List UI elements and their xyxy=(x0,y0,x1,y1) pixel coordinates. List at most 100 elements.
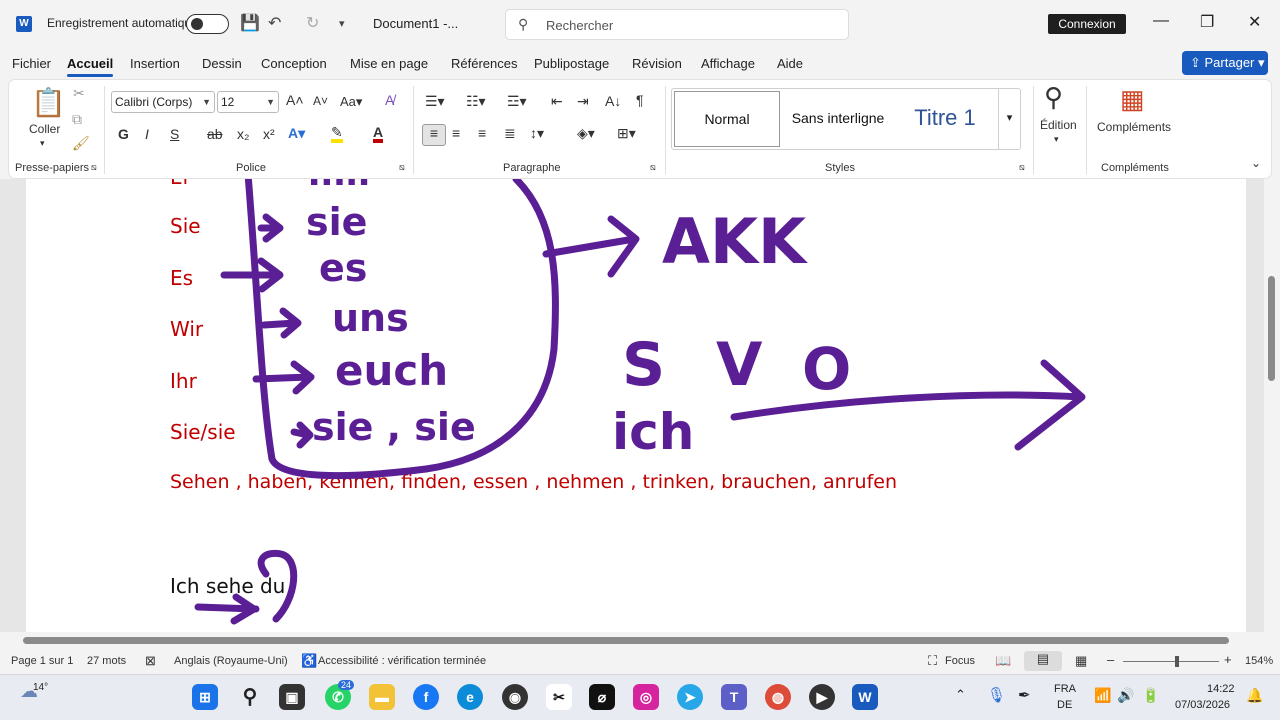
volume-icon[interactable]: 🔊 xyxy=(1117,687,1134,704)
collapse-ribbon-icon[interactable]: ⌄ xyxy=(1251,156,1261,170)
align-left-button[interactable]: ≡ xyxy=(422,124,446,146)
superscript-icon[interactable]: x² xyxy=(263,126,275,142)
horizontal-scrollbar[interactable] xyxy=(0,632,1264,648)
vertical-scrollbar[interactable] xyxy=(1264,179,1280,632)
justify-icon[interactable]: ≣ xyxy=(504,125,516,142)
align-right-icon[interactable]: ≡ xyxy=(478,125,486,141)
find-icon[interactable]: ⚲ xyxy=(1044,82,1063,113)
addins-icon[interactable]: ▦ xyxy=(1120,84,1145,115)
zoom-slider[interactable] xyxy=(1123,661,1219,662)
task-view-icon[interactable]: ▣ xyxy=(279,684,305,710)
decrease-indent-icon[interactable]: ⇤ xyxy=(551,93,563,110)
highlight-icon[interactable]: ✎ xyxy=(331,125,343,143)
sort-icon[interactable]: A↓ xyxy=(605,93,621,109)
font-color-icon[interactable]: A xyxy=(373,125,384,143)
subscript-icon[interactable]: x₂ xyxy=(237,126,249,142)
tab-fichier[interactable]: Fichier xyxy=(12,56,51,71)
search-box[interactable]: ⚲ Rechercher xyxy=(505,9,849,40)
style-no-spacing[interactable]: Sans interligne xyxy=(784,89,892,149)
numbering-icon[interactable]: ☷▾ xyxy=(466,93,486,110)
instagram-icon[interactable]: ◎ xyxy=(633,684,659,710)
text-effects-icon[interactable]: A▾ xyxy=(288,125,305,142)
customize-qat-icon[interactable]: ▾ xyxy=(339,17,345,30)
notifications-icon[interactable]: 🔔 xyxy=(1246,687,1263,704)
language-label[interactable]: Anglais (Royaume-Uni) xyxy=(174,655,288,667)
clear-formatting-icon[interactable]: A̸ xyxy=(385,92,394,108)
signin-button[interactable]: Connexion xyxy=(1048,14,1126,34)
tab-aide[interactable]: Aide xyxy=(777,56,803,71)
wifi-icon[interactable]: 📶 xyxy=(1094,687,1111,704)
tab-affichage[interactable]: Affichage xyxy=(701,56,755,71)
chrome-icon[interactable]: ◍ xyxy=(765,684,791,710)
media-player-icon[interactable]: ▶ xyxy=(809,684,835,710)
weather-temp[interactable]: 14° xyxy=(33,682,48,693)
app-icon[interactable]: ⌀ xyxy=(589,684,615,710)
start-icon[interactable]: ⊞ xyxy=(192,684,218,710)
paste-icon[interactable]: 📋 xyxy=(31,86,66,119)
undo-icon[interactable]: ↶ xyxy=(268,13,281,33)
tab-accueil[interactable]: Accueil xyxy=(67,56,114,77)
multilevel-list-icon[interactable]: ☲▾ xyxy=(507,93,527,110)
editing-dropdown-icon[interactable]: ▾ xyxy=(1054,134,1059,145)
facebook-icon[interactable]: f xyxy=(413,684,439,710)
document-title[interactable]: Document1 -... xyxy=(373,16,458,31)
tab-insertion[interactable]: Insertion xyxy=(130,56,180,71)
show-hidden-icons-icon[interactable]: ⌃ xyxy=(955,687,966,703)
editing-label[interactable]: Édition xyxy=(1040,118,1077,132)
focus-icon[interactable]: ⛶ xyxy=(928,653,937,669)
paragraph-launcher-icon[interactable]: ⧅ xyxy=(650,162,656,173)
web-layout-icon[interactable]: ▦ xyxy=(1075,653,1087,669)
restore-icon[interactable]: ❐ xyxy=(1200,12,1214,32)
zoom-level[interactable]: 154% xyxy=(1245,655,1273,667)
tab-dessin[interactable]: Dessin xyxy=(202,56,242,71)
autosave-toggle[interactable] xyxy=(186,14,229,34)
file-explorer-icon[interactable]: ▬ xyxy=(369,684,395,710)
accessibility-status[interactable]: Accessibilité : vérification terminée xyxy=(318,655,486,667)
copy-icon[interactable]: ⧉ xyxy=(72,111,82,128)
tab-publipostage[interactable]: Publipostage xyxy=(534,56,609,71)
input-language-top[interactable]: FRA xyxy=(1054,683,1076,695)
bold-button[interactable]: G xyxy=(118,126,129,142)
styles-launcher-icon[interactable]: ⧅ xyxy=(1019,162,1025,173)
document-page[interactable]: Er Sie Es Wir Ihr Sie/sie Sehen , haben,… xyxy=(26,179,1246,632)
obs-icon[interactable]: ◉ xyxy=(502,684,528,710)
capcut-icon[interactable]: ✂ xyxy=(546,684,572,710)
edge-icon[interactable]: e xyxy=(457,684,483,710)
print-layout-icon[interactable]: ▤ xyxy=(1024,651,1062,671)
strikethrough-icon[interactable]: ab xyxy=(207,126,223,142)
format-painter-icon[interactable]: 🖌 xyxy=(72,135,90,152)
font-launcher-icon[interactable]: ⧅ xyxy=(399,162,405,173)
addins-label[interactable]: Compléments xyxy=(1097,120,1171,134)
font-size-select[interactable]: 12 ▼ xyxy=(217,91,279,113)
clipboard-launcher-icon[interactable]: ⧅ xyxy=(91,162,97,173)
input-language-bottom[interactable]: DE xyxy=(1057,699,1072,711)
horizontal-scroll-thumb[interactable] xyxy=(23,637,1229,644)
shading-icon[interactable]: ◈▾ xyxy=(577,125,595,142)
pen-icon[interactable]: ✒ xyxy=(1018,686,1031,704)
show-marks-icon[interactable]: ¶ xyxy=(636,92,644,108)
teams-icon[interactable]: T xyxy=(721,684,747,710)
zoom-in-icon[interactable]: + xyxy=(1224,652,1232,667)
share-button[interactable]: ⇪ Partager ▾ xyxy=(1182,51,1268,75)
tab-revision[interactable]: Révision xyxy=(632,56,682,71)
italic-button[interactable]: I xyxy=(145,126,149,142)
style-normal[interactable]: Normal xyxy=(674,91,780,147)
accessibility-icon[interactable]: ♿ xyxy=(301,653,317,669)
bullets-icon[interactable]: ☰▾ xyxy=(425,93,445,110)
tab-mise-en-page[interactable]: Mise en page xyxy=(350,56,428,71)
redo-icon[interactable]: ↻ xyxy=(306,13,319,33)
search-taskbar-icon[interactable]: ⚲ xyxy=(237,684,263,710)
style-heading-1[interactable]: Titre 1 xyxy=(898,89,992,149)
microphone-icon[interactable]: 🎙 xyxy=(987,686,1006,704)
change-case-icon[interactable]: Aa▾ xyxy=(340,94,362,110)
minimize-icon[interactable]: — xyxy=(1153,12,1169,30)
proofing-icon[interactable]: ⊠ xyxy=(145,653,156,669)
focus-label[interactable]: Focus xyxy=(945,655,975,667)
cut-icon[interactable]: ✂ xyxy=(73,85,85,102)
telegram-icon[interactable]: ➤ xyxy=(677,684,703,710)
grow-font-icon[interactable]: A˄ xyxy=(286,92,304,108)
battery-icon[interactable]: 🔋 xyxy=(1142,687,1159,704)
read-mode-icon[interactable]: 📖 xyxy=(995,653,1011,669)
word-taskbar-icon[interactable]: W xyxy=(852,684,878,710)
styles-more-icon[interactable]: ▾ xyxy=(998,89,1020,149)
